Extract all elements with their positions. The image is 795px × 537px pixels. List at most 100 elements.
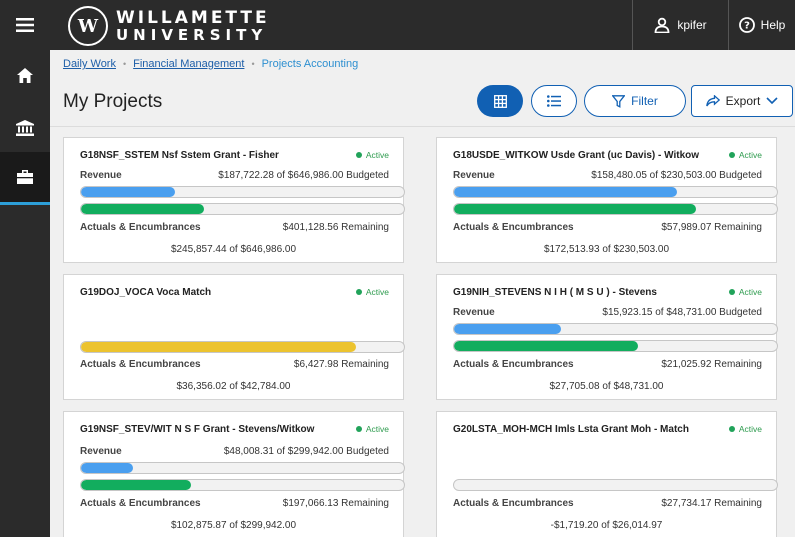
actuals-progress-bar	[453, 203, 778, 215]
actuals-summary: $27,705.08 of $48,731.00	[549, 381, 664, 392]
remaining-value: $27,734.17 Remaining	[661, 498, 762, 509]
bank-icon	[16, 120, 34, 136]
project-card[interactable]: G20LSTA_MOH-MCH Imls Lsta Grant Moh - Ma…	[436, 411, 778, 537]
status-dot-icon	[728, 426, 735, 432]
breadcrumb-current: Projects Accounting	[261, 58, 359, 70]
remaining-value: $401,128.56 Remaining	[282, 222, 389, 233]
breadcrumb-separator-icon: •	[251, 59, 255, 69]
page-title: My Projects	[63, 91, 163, 112]
actuals-progress-bar	[80, 479, 405, 491]
nav-home-button[interactable]	[0, 55, 50, 95]
export-button[interactable]: Export	[691, 85, 793, 117]
user-name: kpifer	[677, 18, 707, 32]
actuals-row: Actuals & Encumbrances $401,128.56 Remai…	[80, 222, 389, 233]
help-button[interactable]: ? Help	[729, 0, 795, 50]
home-icon	[17, 67, 33, 83]
actuals-progress-fill	[454, 204, 697, 214]
project-card[interactable]: G18USDE_WITKOW Usde Grant (uc Davis) - W…	[436, 137, 778, 263]
breadcrumb-separator-icon: •	[122, 59, 127, 69]
actuals-row: Actuals & Encumbrances $57,989.07 Remain…	[453, 222, 762, 233]
logo-mark-icon: W	[68, 6, 108, 46]
project-card[interactable]: G18NSF_SSTEM Nsf Sstem Grant - Fisher Ac…	[63, 137, 405, 263]
breadcrumb-daily-work[interactable]: Daily Work	[63, 58, 116, 70]
actuals-summary: $245,857.44 of $646,986.00	[170, 244, 297, 255]
remaining-value: $6,427.98 Remaining	[293, 359, 389, 370]
share-icon	[705, 95, 720, 107]
list-icon	[547, 95, 561, 107]
status-dot-icon	[728, 289, 735, 295]
filter-label: Filter	[631, 94, 658, 108]
project-title: G18USDE_WITKOW Usde Grant (uc Davis) - W…	[453, 150, 700, 161]
actuals-progress-bar	[80, 341, 405, 353]
nav-institution-button[interactable]	[0, 108, 50, 148]
list-view-button[interactable]	[531, 85, 577, 117]
revenue-row: Revenue $187,722.28 of $646,986.00 Budge…	[80, 170, 389, 181]
revenue-value: $15,923.15 of $48,731.00 Budgeted	[602, 307, 762, 318]
svg-text:?: ?	[744, 21, 750, 32]
logo-line2: UNIVERSITY	[116, 25, 268, 44]
nav-projects-button[interactable]	[0, 152, 50, 205]
hamburger-menu-button[interactable]	[0, 0, 50, 50]
actuals-progress-bar	[80, 203, 405, 215]
revenue-progress-bar	[80, 186, 405, 198]
status-dot-icon	[355, 426, 362, 432]
grid-icon	[493, 94, 507, 108]
status-dot-icon	[728, 152, 735, 158]
filter-button[interactable]: Filter	[584, 85, 686, 117]
status-dot-icon	[355, 289, 362, 295]
actuals-progress-bar	[453, 479, 778, 491]
actuals-summary: $102,875.87 of $299,942.00	[170, 520, 297, 531]
actuals-row: Actuals & Encumbrances $197,066.13 Remai…	[80, 498, 389, 509]
project-title: G19NSF_STEV/WIT N S F Grant - Stevens/Wi…	[80, 424, 315, 435]
status-badge: Active	[355, 150, 389, 160]
breadcrumb-financial-management[interactable]: Financial Management	[133, 58, 244, 70]
actuals-progress-fill	[454, 341, 639, 351]
hamburger-icon	[16, 18, 34, 32]
remaining-value: $57,989.07 Remaining	[661, 222, 762, 233]
revenue-row: Revenue $15,923.15 of $48,731.00 Budgete…	[453, 307, 762, 318]
status-dot-icon	[355, 152, 362, 158]
revenue-row: Revenue $158,480.05 of $230,503.00 Budge…	[453, 170, 762, 181]
project-card[interactable]: G19NSF_STEV/WIT N S F Grant - Stevens/Wi…	[63, 411, 405, 537]
revenue-value: $187,722.28 of $646,986.00 Budgeted	[218, 170, 389, 181]
actuals-progress-fill	[81, 480, 191, 490]
chevron-down-icon	[766, 97, 778, 105]
revenue-progress-fill	[81, 187, 175, 197]
revenue-progress-bar	[453, 323, 778, 335]
revenue-value: $48,008.31 of $299,942.00 Budgeted	[223, 446, 389, 457]
breadcrumb: Daily Work • Financial Management • Proj…	[63, 58, 358, 70]
status-badge: Active	[728, 424, 762, 434]
grid-view-button[interactable]	[477, 85, 523, 117]
university-logo[interactable]: W WILLAMETTE UNIVERSITY	[68, 6, 270, 46]
help-icon: ?	[738, 17, 755, 33]
status-badge: Active	[355, 424, 389, 434]
remaining-value: $21,025.92 Remaining	[661, 359, 762, 370]
revenue-progress-fill	[81, 463, 133, 473]
actuals-row: Actuals & Encumbrances $27,734.17 Remain…	[453, 498, 762, 509]
logo-line1: WILLAMETTE	[116, 7, 270, 28]
filter-icon	[612, 94, 626, 108]
revenue-progress-fill	[454, 187, 677, 197]
revenue-value: $158,480.05 of $230,503.00 Budgeted	[591, 170, 762, 181]
header-divider	[50, 126, 795, 127]
actuals-summary: $172,513.93 of $230,503.00	[543, 244, 670, 255]
user-icon	[654, 17, 670, 33]
revenue-progress-bar	[453, 186, 778, 198]
status-badge: Active	[728, 287, 762, 297]
left-nav	[0, 0, 50, 537]
user-menu-button[interactable]: kpifer	[632, 0, 729, 50]
top-bar: W WILLAMETTE UNIVERSITY kpifer ? Help	[50, 0, 795, 50]
actuals-summary: -$1,719.20 of $26,014.97	[550, 520, 663, 531]
actuals-progress-fill	[81, 342, 356, 352]
remaining-value: $197,066.13 Remaining	[282, 498, 389, 509]
revenue-row: Revenue $48,008.31 of $299,942.00 Budget…	[80, 446, 389, 457]
help-label: Help	[760, 18, 786, 32]
status-badge: Active	[728, 150, 762, 160]
export-label: Export	[725, 94, 761, 108]
project-card[interactable]: G19NIH_STEVENS N I H ( M S U ) - Stevens…	[436, 274, 778, 400]
actuals-row: Actuals & Encumbrances $21,025.92 Remain…	[453, 359, 762, 370]
revenue-progress-fill	[454, 324, 561, 334]
briefcase-icon	[17, 170, 33, 184]
project-title: G19DOJ_VOCA Voca Match	[80, 287, 212, 298]
project-card[interactable]: G19DOJ_VOCA Voca Match Active Actuals & …	[63, 274, 405, 400]
